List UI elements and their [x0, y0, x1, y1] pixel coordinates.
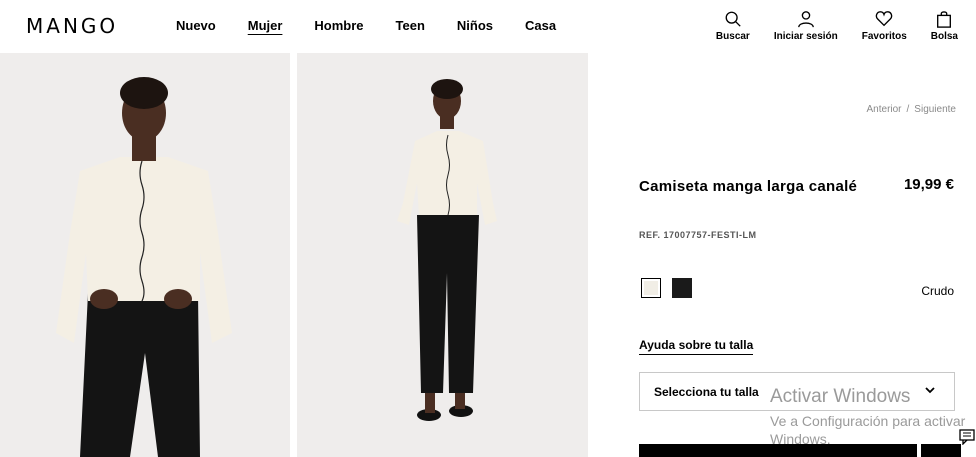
- nav-item-mujer[interactable]: Mujer: [248, 18, 283, 33]
- product-title: Camiseta manga larga canalé: [639, 178, 858, 195]
- favorites-label: Favoritos: [861, 31, 907, 42]
- search-button[interactable]: Buscar: [716, 10, 750, 42]
- product-photo-full[interactable]: [297, 53, 588, 457]
- product-reference: REF. 17007757-FESTI-LM: [639, 230, 757, 240]
- nav-item-hombre[interactable]: Hombre: [314, 18, 363, 33]
- login-label: Iniciar sesión: [773, 31, 838, 42]
- bag-icon: [937, 11, 952, 28]
- bag-button[interactable]: Bolsa: [931, 10, 958, 42]
- watermark-title: Activar Windows: [770, 386, 911, 407]
- favorites-button[interactable]: Favoritos: [862, 10, 907, 42]
- main-nav: Nuevo Mujer Hombre Teen Niños Casa: [176, 18, 588, 33]
- size-help-link[interactable]: Ayuda sobre tu talla: [639, 338, 754, 355]
- chat-icon[interactable]: [959, 429, 975, 445]
- heart-icon: [875, 11, 893, 27]
- search-icon: [725, 11, 741, 27]
- watermark-subtitle: Ve a Configuración para activar Windows.: [770, 413, 966, 447]
- product-pagination: Anterior / Siguiente: [867, 104, 957, 115]
- selected-color-name: Crudo: [921, 284, 954, 298]
- nav-item-ninos[interactable]: Niños: [457, 18, 493, 33]
- next-link[interactable]: Siguiente: [914, 104, 956, 115]
- header-actions: Buscar Iniciar sesión Favoritos Bolsa: [692, 10, 958, 42]
- user-icon: [797, 11, 814, 28]
- product-photo-closeup[interactable]: [0, 53, 290, 457]
- prev-link[interactable]: Anterior: [867, 104, 902, 115]
- nav-item-nuevo[interactable]: Nuevo: [176, 18, 216, 33]
- nav-item-casa[interactable]: Casa: [525, 18, 556, 33]
- color-swatch-crudo[interactable]: [641, 278, 661, 298]
- nav-item-teen[interactable]: Teen: [396, 18, 425, 33]
- login-button[interactable]: Iniciar sesión: [774, 10, 838, 42]
- color-swatch-negro[interactable]: [672, 278, 692, 298]
- size-select-placeholder: Selecciona tu talla: [654, 385, 759, 399]
- product-price: 19,99 €: [903, 176, 954, 193]
- pagination-separator: /: [906, 104, 910, 115]
- windows-activation-watermark: Activar Windows Ve a Configuración para …: [770, 386, 976, 448]
- search-label: Buscar: [715, 31, 750, 42]
- site-header: MANGO Nuevo Mujer Hombre Teen Niños Casa…: [0, 0, 976, 52]
- mango-logo[interactable]: MANGO: [26, 14, 118, 38]
- bag-label: Bolsa: [930, 31, 958, 42]
